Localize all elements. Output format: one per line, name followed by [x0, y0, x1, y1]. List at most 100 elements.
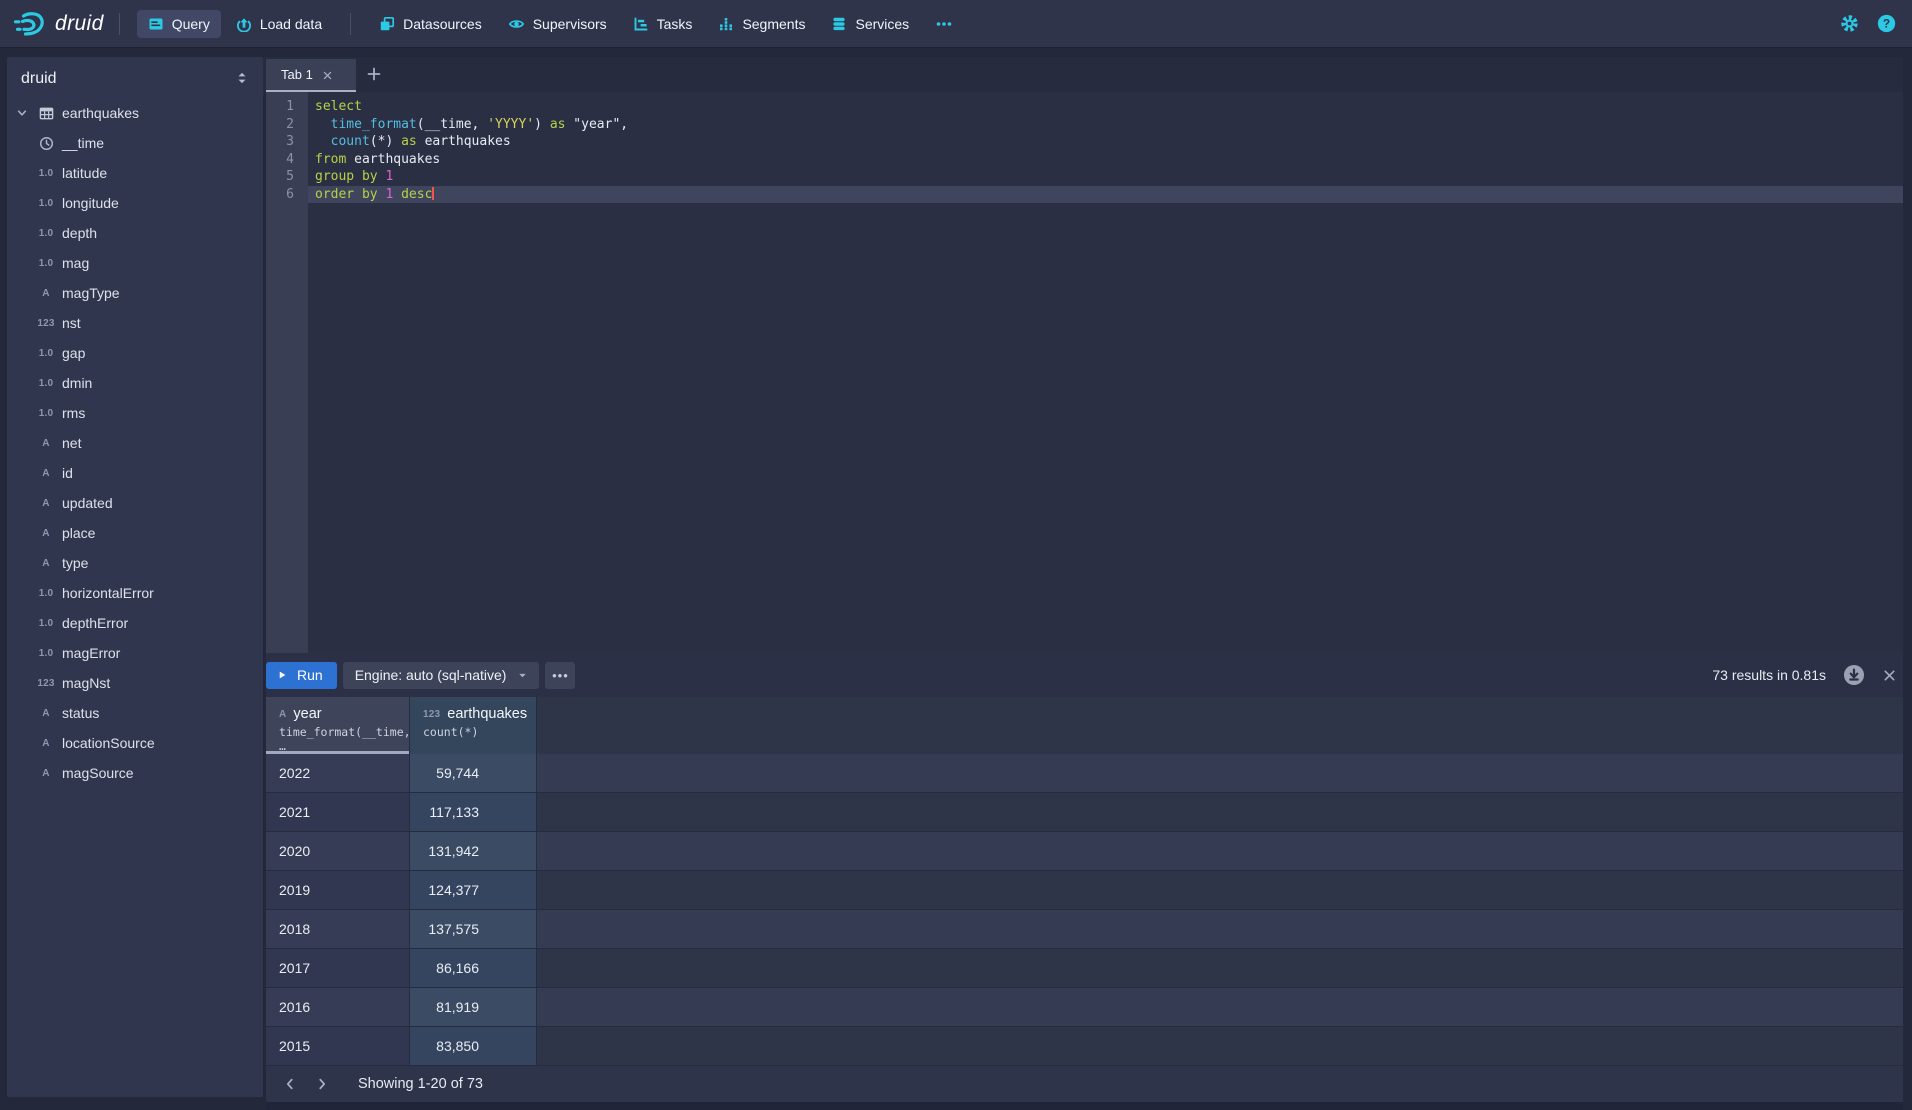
column-item-status[interactable]: Astatus	[7, 698, 263, 728]
column-item-type[interactable]: Atype	[7, 548, 263, 578]
column-item-updated[interactable]: Aupdated	[7, 488, 263, 518]
tab-label: Tab 1	[281, 67, 313, 82]
cell-year[interactable]: 2022	[266, 754, 410, 792]
page-next-icon[interactable]	[310, 1072, 334, 1096]
caret-down-icon	[516, 669, 529, 682]
row-filler	[537, 910, 1903, 948]
sql-code: 1select2 time_format(__time, 'YYYY') as …	[266, 98, 1903, 203]
column-item-magType[interactable]: AmagType	[7, 278, 263, 308]
cell-earthquakes[interactable]: 59,744	[410, 754, 537, 792]
datasource-label: earthquakes	[62, 105, 139, 121]
chevron-down-icon	[16, 107, 28, 119]
column-item-magSource[interactable]: AmagSource	[7, 758, 263, 788]
table-row: 2021117,133	[266, 793, 1903, 832]
column-item-depth[interactable]: 1.0depth	[7, 218, 263, 248]
run-button[interactable]: Run	[266, 662, 337, 689]
column-item-dmin[interactable]: 1.0dmin	[7, 368, 263, 398]
cell-earthquakes[interactable]: 83,850	[410, 1027, 537, 1065]
column-item-longitude[interactable]: 1.0longitude	[7, 188, 263, 218]
float-type-icon: 1.0	[39, 408, 54, 419]
nav-item-segments[interactable]: Segments	[707, 10, 816, 38]
engine-select[interactable]: Engine: auto (sql-native)	[343, 662, 540, 689]
cell-earthquakes[interactable]: 117,133	[410, 793, 537, 831]
clock-icon	[39, 136, 54, 151]
nav-item-tasks[interactable]: Tasks	[622, 10, 704, 38]
top-nav-items: QueryLoad data DatasourcesSupervisors Task…	[135, 10, 966, 38]
new-tab-icon[interactable]	[366, 66, 382, 82]
column-item-magNst[interactable]: 123magNst	[7, 668, 263, 698]
row-filler	[537, 793, 1903, 831]
table-row: 201583,850	[266, 1027, 1903, 1066]
column-item-latitude[interactable]: 1.0latitude	[7, 158, 263, 188]
close-results-icon[interactable]	[1882, 668, 1897, 683]
druid-logo-icon	[13, 9, 47, 39]
cell-year[interactable]: 2020	[266, 832, 410, 870]
nav-item-supervisors[interactable]: Supervisors	[497, 10, 618, 38]
column-item-mag[interactable]: 1.0mag	[7, 248, 263, 278]
column-item-nst[interactable]: 123nst	[7, 308, 263, 338]
tab-close-icon[interactable]	[322, 70, 333, 81]
nav-item-services[interactable]: Services	[820, 10, 920, 38]
query-view: Tab 1 1select2 time_format(__time, 'YYYY…	[263, 57, 1903, 1110]
datasource-earthquakes[interactable]: earthquakes	[7, 98, 263, 128]
run-more-button[interactable]: •••	[545, 662, 575, 689]
line-number: 4	[266, 151, 308, 169]
column-label: nst	[62, 315, 81, 331]
cell-earthquakes[interactable]: 81,919	[410, 988, 537, 1026]
column-label: dmin	[62, 375, 92, 391]
cell-earthquakes[interactable]: 137,575	[410, 910, 537, 948]
string-type-icon: A	[42, 438, 49, 449]
download-results-icon[interactable]	[1843, 664, 1865, 686]
help-icon[interactable]: ?	[1877, 14, 1896, 33]
column-header-earthquakes[interactable]: 123 earthquakes count(*)	[410, 697, 537, 754]
cell-earthquakes[interactable]: 86,166	[410, 949, 537, 987]
column-label: updated	[62, 495, 113, 511]
line-number: 2	[266, 116, 308, 134]
column-label: magError	[62, 645, 120, 661]
nav-item-more[interactable]	[924, 10, 964, 38]
column-item-horizontalError[interactable]: 1.0horizontalError	[7, 578, 263, 608]
column-item-depthError[interactable]: 1.0depthError	[7, 608, 263, 638]
cell-earthquakes[interactable]: 131,942	[410, 832, 537, 870]
column-label: place	[62, 525, 95, 541]
engine-label: Engine: auto (sql-native)	[355, 667, 507, 683]
run-bar: Run Engine: auto (sql-native) ••• 73 res…	[266, 653, 1903, 697]
column-header-year[interactable]: A year time_format(__time, …	[266, 697, 410, 754]
column-label: status	[62, 705, 99, 721]
text-cursor	[432, 187, 434, 200]
string-type-icon: A	[42, 468, 49, 479]
column-item-__time[interactable]: __time	[7, 128, 263, 158]
page-prev-icon[interactable]	[278, 1072, 302, 1096]
column-item-place[interactable]: Aplace	[7, 518, 263, 548]
column-expression: count(*)	[423, 725, 536, 739]
row-filler	[537, 832, 1903, 870]
column-label: longitude	[62, 195, 119, 211]
sql-editor[interactable]: 1select2 time_format(__time, 'YYYY') as …	[266, 92, 1903, 653]
druid-logo[interactable]: druid	[13, 9, 104, 39]
cell-year[interactable]: 2017	[266, 949, 410, 987]
column-item-net[interactable]: Anet	[7, 428, 263, 458]
table-row: 2018137,575	[266, 910, 1903, 949]
sort-columns-icon[interactable]	[235, 70, 249, 86]
column-item-magError[interactable]: 1.0magError	[7, 638, 263, 668]
nav-item-label: Tasks	[657, 16, 693, 32]
cell-earthquakes[interactable]: 124,377	[410, 871, 537, 909]
float-type-icon: 1.0	[39, 348, 54, 359]
nav-item-query[interactable]: Query	[137, 10, 221, 38]
cell-year[interactable]: 2018	[266, 910, 410, 948]
cell-year[interactable]: 2016	[266, 988, 410, 1026]
column-item-gap[interactable]: 1.0gap	[7, 338, 263, 368]
table-row: 2019124,377	[266, 871, 1903, 910]
settings-gear-icon[interactable]	[1840, 14, 1859, 33]
column-item-locationSource[interactable]: AlocationSource	[7, 728, 263, 758]
nav-item-datasources[interactable]: Datasources	[368, 10, 493, 38]
column-label: magType	[62, 285, 120, 301]
cell-year[interactable]: 2019	[266, 871, 410, 909]
cell-year[interactable]: 2021	[266, 793, 410, 831]
column-item-id[interactable]: Aid	[7, 458, 263, 488]
nav-item-label: Segments	[742, 16, 805, 32]
tab-1[interactable]: Tab 1	[266, 59, 356, 92]
column-item-rms[interactable]: 1.0rms	[7, 398, 263, 428]
nav-item-load-data[interactable]: Load data	[225, 10, 333, 38]
cell-year[interactable]: 2015	[266, 1027, 410, 1065]
